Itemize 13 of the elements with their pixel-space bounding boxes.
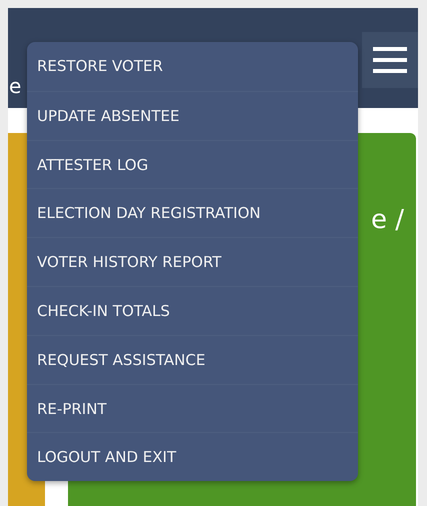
menu-item[interactable]: UPDATE ABSENTEE <box>27 90 358 140</box>
menu-item[interactable]: ATTESTER LOG <box>27 140 358 188</box>
menu-item[interactable]: VOTER HISTORY REPORT <box>27 237 358 286</box>
menu-button[interactable] <box>362 32 418 88</box>
menu-icon <box>373 47 407 73</box>
card-title: e / <box>370 205 404 235</box>
menu-item[interactable]: RESTORE VOTER <box>27 42 358 91</box>
menu-item[interactable]: RE-PRINT <box>27 384 358 432</box>
menu-item[interactable]: REQUEST ASSISTANCE <box>27 334 358 384</box>
menu-item[interactable]: CHECK-IN TOTALS <box>27 286 358 335</box>
header-title: e <box>9 74 22 98</box>
menu-item[interactable]: LOGOUT AND EXIT <box>27 432 358 482</box>
menu-item[interactable]: ELECTION DAY REGISTRATION <box>27 188 358 238</box>
